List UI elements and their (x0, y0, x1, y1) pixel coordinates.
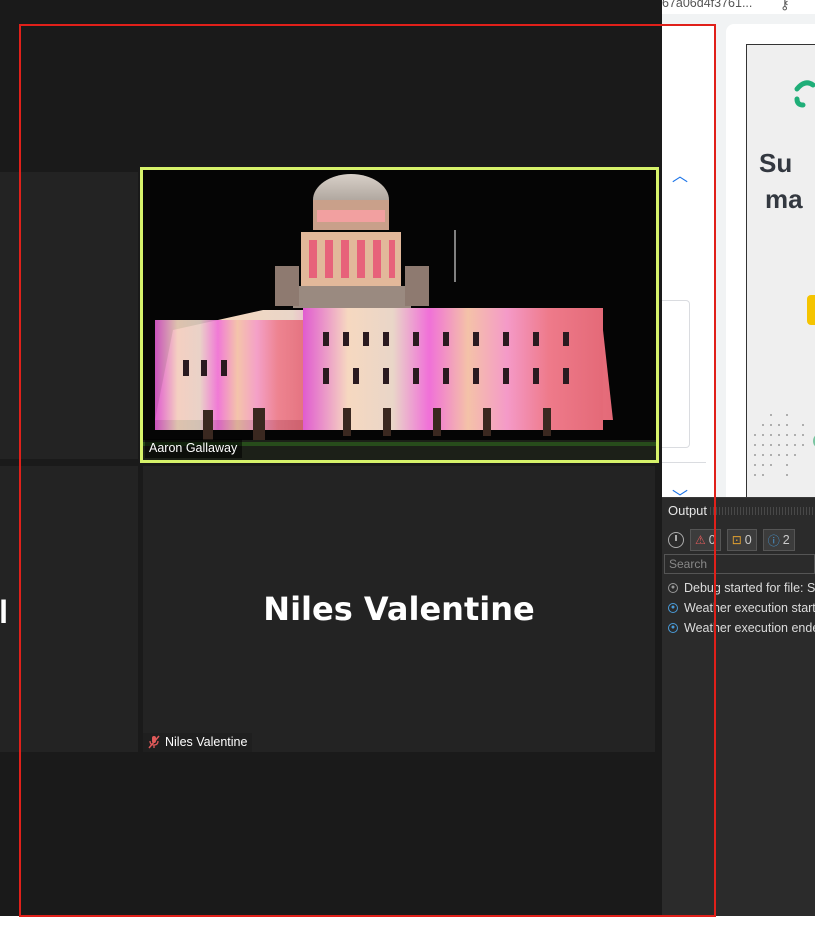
video-tile-partial-bottom[interactable]: l (0, 466, 138, 752)
filter-errors-count: 0 (744, 533, 752, 547)
output-toolbar: ⚠ 0 ⊡ 0 ⓘ 2 (668, 529, 795, 551)
output-log-list: ● Debug started for file: Se ● Weather e… (668, 578, 815, 638)
info-icon: ⓘ (767, 533, 780, 548)
video-tile-partial-top[interactable] (0, 172, 138, 459)
mic-off-icon (148, 735, 160, 749)
side-panel-card (662, 300, 690, 448)
debug-icon: ● (668, 583, 678, 593)
filter-info-button[interactable]: ⓘ 2 (762, 529, 795, 551)
error-icon: ⊡ (731, 533, 742, 547)
browser-window-partial: 67a06d4f3761... ⚷ ︿ ﹀ Su ma (662, 0, 815, 507)
filter-info-count: 2 (782, 533, 790, 547)
screen: l Aaron Gallaway Niles Valentine Niles V… (0, 0, 815, 942)
active-speaker-name-tag: Aaron Gallaway (145, 439, 243, 458)
video-tile-niles[interactable]: Niles Valentine Niles Valentine (143, 466, 655, 752)
ad-cta-button[interactable] (807, 295, 815, 325)
clock-icon[interactable] (668, 532, 684, 548)
log-entry[interactable]: ● Debug started for file: Se (668, 578, 815, 598)
participant-name-big: Niles Valentine (263, 590, 535, 628)
active-speaker-name: Aaron Gallaway (149, 441, 238, 455)
participant-name-partial: l (0, 594, 8, 630)
bottom-strip (0, 916, 815, 942)
log-entry[interactable]: ● Weather execution endec (668, 618, 815, 638)
divider (662, 462, 706, 463)
log-entry-text: Debug started for file: Se (684, 581, 815, 595)
log-entry-text: Weather execution starte (684, 601, 815, 615)
warning-icon: ⚠ (695, 533, 706, 547)
participant-name-tag: Niles Valentine (143, 733, 253, 752)
key-extension-icon[interactable]: ⚷ (780, 0, 790, 13)
log-entry-text: Weather execution endec (684, 621, 815, 635)
ad-headline-line2: ma (765, 184, 803, 214)
ad-headline-line1: Su (759, 148, 793, 178)
output-panel-title: Output (668, 503, 708, 518)
output-panel: Output ⚠ 0 ⊡ 0 ⓘ 2 Search ● Debug starte… (662, 497, 815, 916)
filter-warnings-count: 0 (708, 533, 716, 547)
ad-decoration (754, 414, 815, 476)
browser-address-bar[interactable]: 67a06d4f3761... ⚷ (662, 0, 815, 14)
ad-banner[interactable]: Su ma (746, 44, 815, 504)
info-icon: ● (668, 603, 678, 613)
filter-errors-button[interactable]: ⊡ 0 (726, 529, 757, 551)
participant-name-tag-label: Niles Valentine (165, 735, 248, 749)
video-frame-capitol (143, 170, 656, 460)
output-search-input[interactable]: Search (664, 554, 815, 574)
brand-logo-icon (794, 80, 815, 108)
info-icon: ● (668, 623, 678, 633)
filter-warnings-button[interactable]: ⚠ 0 (690, 529, 721, 551)
video-meeting-window: l Aaron Gallaway Niles Valentine Niles V… (0, 0, 662, 916)
ad-headline: Su ma (759, 145, 803, 217)
side-panel: ︿ ﹀ (662, 24, 716, 507)
chevron-up-icon[interactable]: ︿ (672, 162, 688, 186)
panel-drag-handle[interactable] (710, 507, 815, 515)
output-search-placeholder: Search (669, 557, 708, 571)
ad-card[interactable]: Su ma (726, 24, 815, 504)
address-bar-url[interactable]: 67a06d4f3761... (662, 0, 752, 10)
log-entry[interactable]: ● Weather execution starte (668, 598, 815, 618)
active-speaker-tile[interactable]: Aaron Gallaway (140, 167, 659, 463)
